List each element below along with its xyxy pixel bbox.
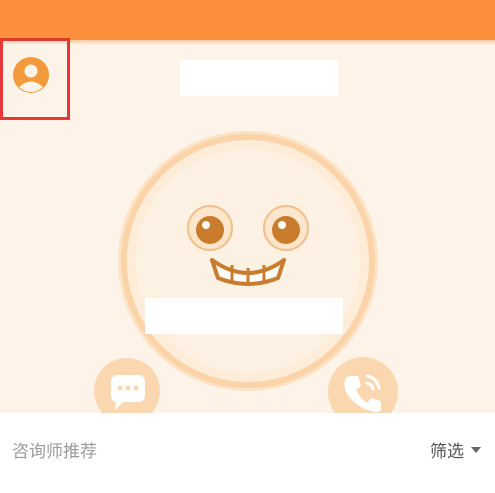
name-placeholder	[145, 298, 343, 334]
filter-button[interactable]: 筛选	[430, 437, 481, 462]
caret-down-icon	[471, 446, 481, 453]
title-placeholder	[180, 60, 338, 96]
top-bar-shadow	[0, 40, 495, 45]
filter-label: 筛选	[430, 442, 464, 462]
tab-consultant-recommend[interactable]: 咨询师推荐	[12, 437, 97, 462]
top-bar	[0, 0, 495, 40]
user-avatar-icon[interactable]	[12, 56, 50, 94]
